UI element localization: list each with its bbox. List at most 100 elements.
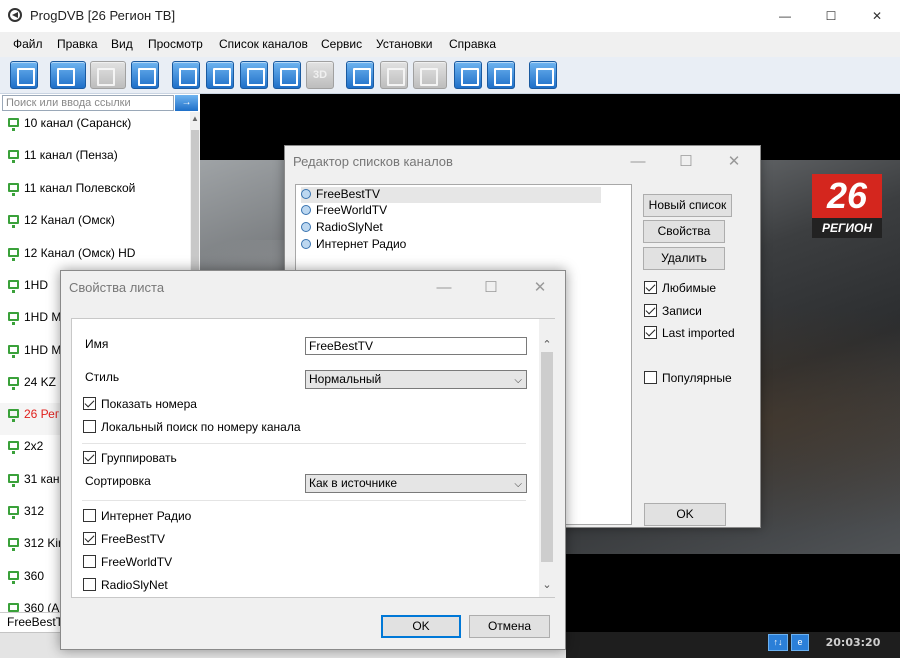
teletext-button[interactable]: [413, 61, 447, 89]
fullscreen-button[interactable]: [10, 61, 38, 89]
scroll-up-icon[interactable]: ⌃: [539, 337, 555, 353]
globe-icon: [301, 189, 311, 199]
style-label: Стиль: [85, 370, 120, 384]
tv-monitor-icon: [8, 215, 19, 228]
layout-pip-button[interactable]: [206, 61, 234, 89]
source-checkbox-freeworldtv[interactable]: [83, 555, 96, 568]
source-label: FreeWorldTV: [101, 555, 173, 569]
epg-list-button[interactable]: [454, 61, 482, 89]
tv-monitor-icon: [8, 603, 19, 612]
ok-button[interactable]: OK: [644, 503, 726, 526]
menu-bar: Файл Правка Вид Просмотр Список каналов …: [0, 32, 900, 57]
maximize-button[interactable]: ☐: [468, 272, 514, 302]
menu-edit[interactable]: Правка: [57, 37, 98, 51]
style-select[interactable]: Нормальный ⌵: [305, 370, 527, 389]
scroll-up-icon[interactable]: ▲: [190, 114, 200, 124]
minimize-button[interactable]: —: [762, 0, 808, 32]
delete-button[interactable]: Удалить: [643, 247, 725, 270]
scheduler-button[interactable]: [487, 61, 515, 89]
list-item[interactable]: FreeBestTV: [301, 187, 601, 203]
last-imported-label: Last imported: [662, 326, 735, 340]
chevron-down-icon: ⌵: [514, 375, 522, 386]
divider: [82, 500, 526, 501]
channel-item[interactable]: 11 канал Полевской: [0, 177, 190, 209]
source-checkbox-radioslynet[interactable]: [83, 578, 96, 591]
records-checkbox[interactable]: [644, 304, 657, 317]
menu-help[interactable]: Справка: [449, 37, 496, 51]
minimize-button[interactable]: —: [615, 146, 661, 176]
tv-monitor-icon: [8, 118, 19, 131]
timeshift-button[interactable]: [380, 61, 408, 89]
source-checkbox-freebesttv[interactable]: [83, 532, 96, 545]
forward-button[interactable]: [90, 61, 126, 89]
menu-watch[interactable]: Просмотр: [148, 37, 203, 51]
channel-logo: 26 РЕГИОН: [812, 174, 882, 240]
list-properties-dialog: Свойства листа — ☐ ✕ Имя FreeBestTV Стил…: [60, 270, 566, 650]
menu-settings[interactable]: Установки: [376, 37, 432, 51]
audio-tracks-icon[interactable]: ↑↓: [768, 634, 788, 651]
search-input[interactable]: Поиск или ввода ссылки: [2, 95, 174, 111]
properties-panel: Имя FreeBestTV Стиль Нормальный ⌵ Показа…: [71, 318, 555, 598]
tv-monitor-icon: [8, 248, 19, 261]
name-field[interactable]: FreeBestTV: [305, 337, 527, 355]
layout-single-button[interactable]: [172, 61, 200, 89]
name-label: Имя: [85, 337, 109, 351]
tv-monitor-icon: [8, 150, 19, 163]
tv-monitor-icon: [8, 538, 19, 551]
local-search-checkbox[interactable]: [83, 420, 96, 433]
zoom-button[interactable]: [131, 61, 159, 89]
maximize-button[interactable]: ☐: [808, 0, 854, 32]
tv-monitor-icon: [8, 409, 19, 422]
list-item[interactable]: RadioSlyNet: [301, 220, 601, 236]
menu-view[interactable]: Вид: [111, 37, 133, 51]
source-label: FreeBestTV: [101, 532, 166, 546]
channel-item[interactable]: 10 канал (Саранск): [0, 112, 190, 144]
layout-4-button[interactable]: [240, 61, 268, 89]
popular-label: Популярные: [662, 371, 732, 385]
channel-item[interactable]: 12 Канал (Омск): [0, 209, 190, 241]
scroll-down-icon[interactable]: ⌄: [539, 577, 555, 593]
new-list-button[interactable]: Новый список: [643, 194, 732, 217]
maximize-button[interactable]: ☐: [663, 146, 709, 176]
globe-icon: [301, 222, 311, 232]
globe-icon: [301, 239, 311, 249]
close-button[interactable]: ✕: [711, 146, 757, 176]
list-item[interactable]: Интернет Радио: [301, 237, 601, 253]
channel-item[interactable]: 11 канал (Пенза): [0, 144, 190, 176]
close-button[interactable]: ✕: [854, 0, 900, 32]
properties-button[interactable]: Свойства: [643, 220, 725, 243]
close-button[interactable]: ✕: [517, 272, 563, 302]
menu-service[interactable]: Сервис: [321, 37, 362, 51]
search-go-icon[interactable]: →: [175, 95, 198, 111]
group-checkbox[interactable]: [83, 451, 96, 464]
last-imported-checkbox[interactable]: [644, 326, 657, 339]
source-label: Интернет Радио: [101, 509, 192, 523]
minimize-button[interactable]: —: [421, 272, 467, 302]
sort-select[interactable]: Как в источнике ⌵: [305, 474, 527, 493]
source-checkbox-internet-radio[interactable]: [83, 509, 96, 522]
scrollbar-thumb[interactable]: [541, 352, 553, 562]
source-label: RadioSlyNet: [101, 578, 168, 592]
favorites-label: Любимые: [662, 281, 716, 295]
epg-icon[interactable]: e: [791, 634, 809, 651]
menu-channel-list[interactable]: Список каналов: [219, 37, 308, 51]
favorites-checkbox[interactable]: [644, 281, 657, 294]
app-logo-icon: [8, 8, 22, 22]
ok-button[interactable]: OK: [381, 615, 461, 638]
show-numbers-checkbox[interactable]: [83, 397, 96, 410]
tv-monitor-icon: [8, 312, 19, 325]
popular-checkbox[interactable]: [644, 371, 657, 384]
3d-button[interactable]: 3D: [306, 61, 334, 89]
layout-16-button[interactable]: [273, 61, 301, 89]
back-button[interactable]: [50, 61, 86, 89]
record-button[interactable]: [346, 61, 374, 89]
settings-gear-button[interactable]: [529, 61, 557, 89]
cancel-button[interactable]: Отмена: [469, 615, 550, 638]
group-label: Группировать: [101, 451, 177, 465]
list-item[interactable]: FreeWorldTV: [301, 203, 601, 219]
globe-icon: [301, 205, 311, 215]
menu-file[interactable]: Файл: [13, 37, 43, 51]
records-label: Записи: [662, 304, 702, 318]
tv-monitor-icon: [8, 183, 19, 196]
toolbar: 3D: [0, 57, 900, 94]
